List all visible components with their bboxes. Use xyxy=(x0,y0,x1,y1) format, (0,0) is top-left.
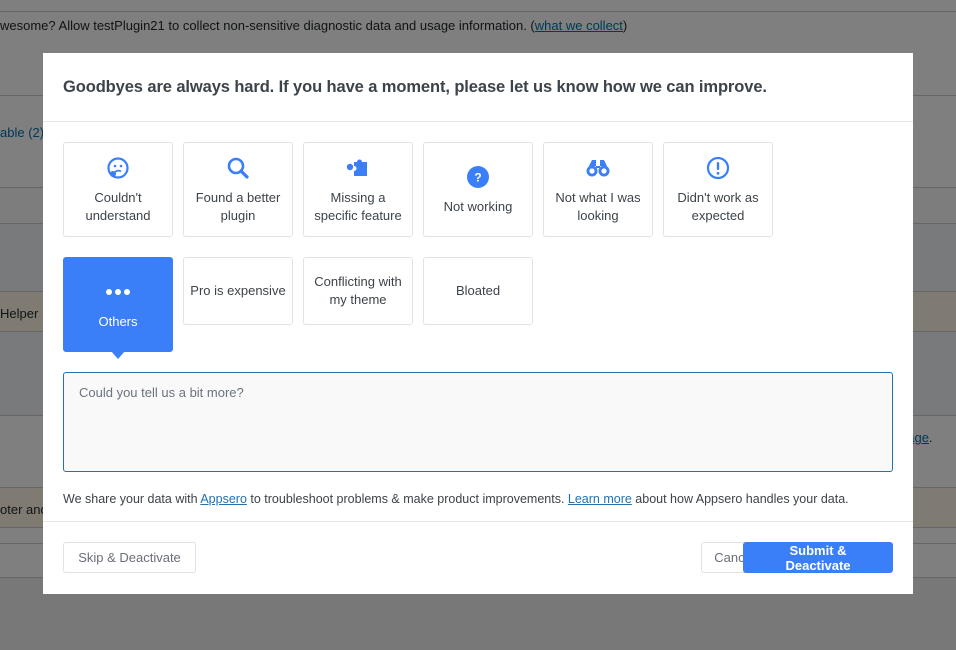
puzzle-piece-icon xyxy=(345,155,371,181)
reason-others[interactable]: Others xyxy=(63,257,173,359)
reason-pro-expensive[interactable]: Pro is expensive xyxy=(183,257,293,325)
modal-header: Goodbyes are always hard. If you have a … xyxy=(43,53,913,122)
reason-label: Others xyxy=(98,313,138,329)
reason-label: Conflicting with my theme xyxy=(314,274,402,307)
svg-text:?: ? xyxy=(474,170,481,184)
share-text-before: We share your data with xyxy=(63,492,201,506)
modal-body: Couldn't understand Found a better plugi… xyxy=(43,122,913,509)
reason-label: Pro is expensive xyxy=(190,283,286,298)
reason-bloated[interactable]: Bloated xyxy=(423,257,533,325)
deactivation-feedback-modal: Goodbyes are always hard. If you have a … xyxy=(43,53,913,594)
reason-couldnt-understand[interactable]: Couldn't understand xyxy=(63,142,173,237)
reason-label: Couldn't understand xyxy=(85,189,151,223)
reason-not-what-looking[interactable]: Not what I was looking xyxy=(543,142,653,237)
submit-deactivate-button[interactable]: Submit & Deactivate xyxy=(743,542,893,573)
more-dots-icon xyxy=(105,279,131,305)
share-text-middle: to troubleshoot problems & make product … xyxy=(246,492,568,506)
binoculars-icon xyxy=(585,155,611,181)
exclamation-circle-icon xyxy=(705,155,731,181)
feedback-textarea[interactable] xyxy=(63,372,893,472)
confused-face-icon xyxy=(105,155,131,181)
reason-label: Bloated xyxy=(455,283,501,298)
reason-label: Found a better plugin xyxy=(195,189,281,223)
reason-label: Not what I was looking xyxy=(555,189,641,223)
data-sharing-notice: We share your data with Appsero to troub… xyxy=(63,490,893,509)
search-icon xyxy=(225,155,251,181)
reason-label: Not working xyxy=(443,198,513,214)
reason-found-better-plugin[interactable]: Found a better plugin xyxy=(183,142,293,237)
appsero-link[interactable]: Appsero xyxy=(200,492,247,506)
reason-missing-feature[interactable]: Missing a specific feature xyxy=(303,142,413,237)
reason-label: Didn't work as expected xyxy=(677,189,759,223)
reason-conflicting-theme[interactable]: Conflicting with my theme xyxy=(303,257,413,325)
modal-footer: Skip & Deactivate Cancel Submit & Deacti… xyxy=(43,521,913,594)
modal-title: Goodbyes are always hard. If you have a … xyxy=(63,78,767,96)
skip-deactivate-button[interactable]: Skip & Deactivate xyxy=(63,542,196,573)
reason-label: Missing a specific feature xyxy=(314,189,402,223)
learn-more-link[interactable]: Learn more xyxy=(568,492,632,506)
reason-didnt-work-expected[interactable]: Didn't work as expected xyxy=(663,142,773,237)
share-text-after: about how Appsero handles your data. xyxy=(631,492,849,506)
reason-list: Couldn't understand Found a better plugi… xyxy=(63,142,893,372)
reason-not-working[interactable]: ? Not working xyxy=(423,142,533,237)
question-circle-icon: ? xyxy=(465,164,491,190)
